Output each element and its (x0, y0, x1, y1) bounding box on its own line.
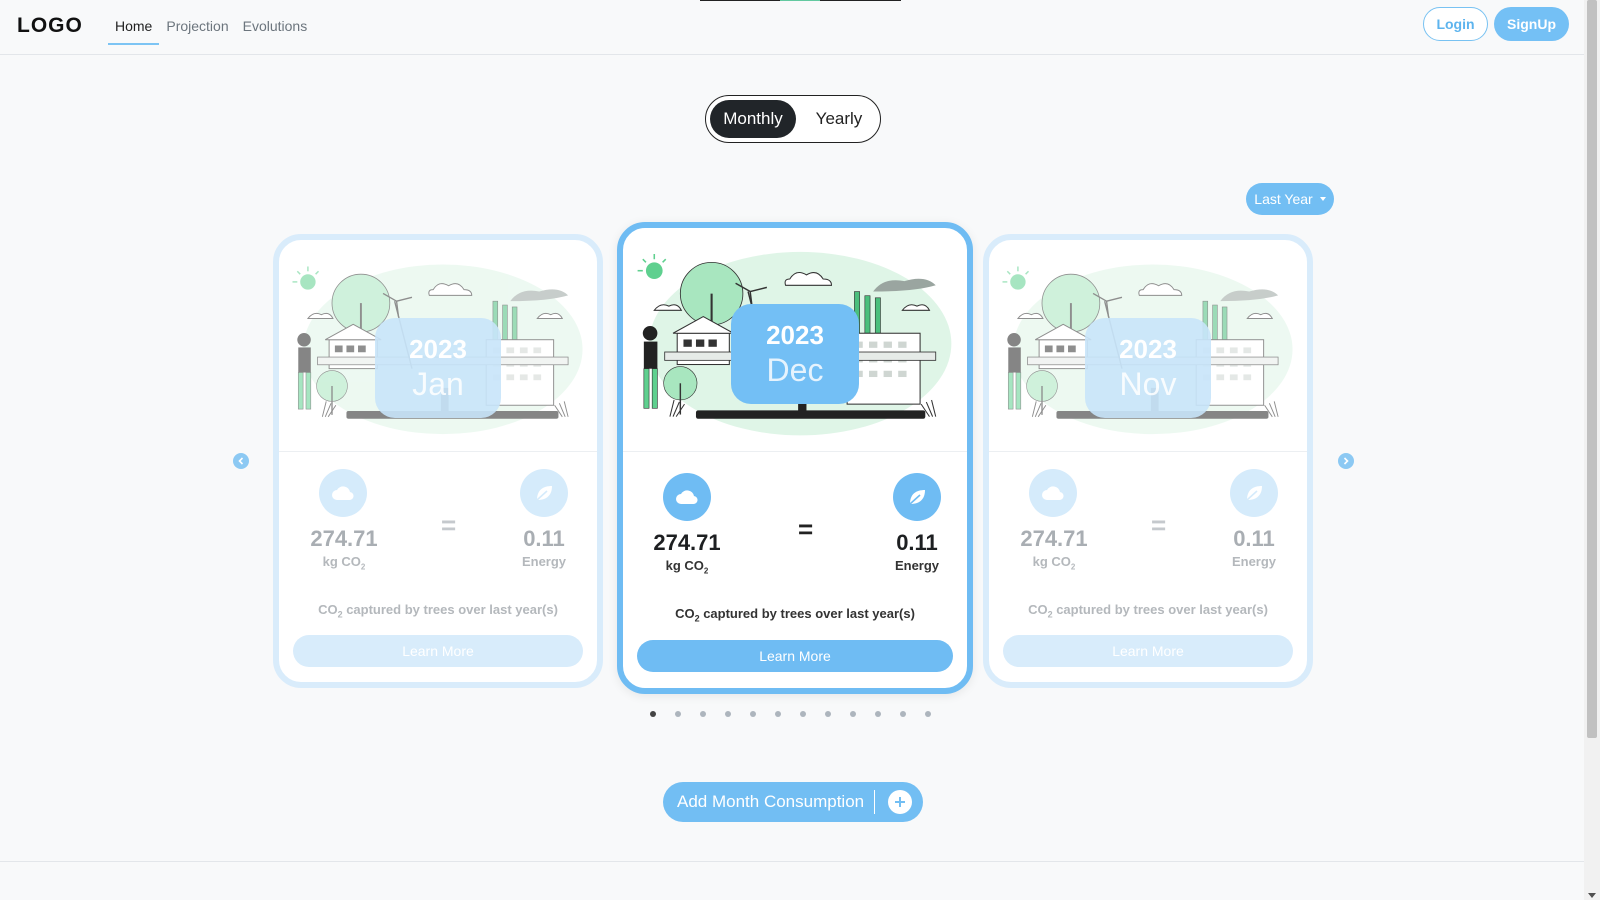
logo[interactable]: LOGO (17, 14, 83, 38)
co2-value: 274.71 (310, 526, 378, 551)
energy-value: 0.11 (1233, 526, 1275, 551)
carousel-prev-button[interactable] (233, 453, 249, 469)
last-year-dropdown[interactable]: Last Year (1246, 183, 1334, 215)
last-year-label: Last Year (1254, 191, 1313, 207)
card-illustration: 2023 Nov (989, 240, 1307, 452)
badge-month: Dec (766, 352, 824, 388)
carousel-dot[interactable] (650, 711, 656, 717)
carousel-dot[interactable] (850, 711, 856, 717)
navbar: LOGO Home Projection Evolutions Login Si… (0, 0, 1584, 55)
cloud-icon (663, 473, 711, 521)
signup-button[interactable]: SignUp (1494, 7, 1569, 41)
learn-more-button[interactable]: Learn More (293, 635, 583, 667)
carousel-dot[interactable] (700, 711, 706, 717)
month-card-jan[interactable]: 2023 Jan 274.71 kg CO2 = 0.11 Energy CO2… (273, 234, 603, 688)
card-illustration: 2023 Jan (279, 240, 597, 452)
scrollbar[interactable] (1584, 0, 1600, 900)
toggle-yearly[interactable]: Yearly (800, 100, 878, 138)
chevron-right-icon (1343, 457, 1349, 465)
carousel-indicators (650, 711, 931, 717)
carousel-next-button[interactable] (1338, 453, 1354, 469)
carousel-dot[interactable] (925, 711, 931, 717)
card-caption: CO2 captured by trees over last year(s) (675, 606, 915, 624)
card-illustration: 2023 Dec (623, 228, 967, 452)
energy-unit: Energy (894, 558, 940, 573)
carousel-dot[interactable] (825, 711, 831, 717)
card-caption: CO2 captured by trees over last year(s) (1028, 602, 1268, 620)
energy-value: 0.11 (523, 526, 565, 551)
co2-value: 274.71 (1020, 526, 1088, 551)
month-card-nov[interactable]: 2023 Nov 274.71 kg CO2 = 0.11 Energy CO2… (983, 234, 1313, 688)
energy-unit: Energy (521, 554, 567, 569)
add-month-consumption-button[interactable]: Add Month Consumption (663, 782, 923, 822)
scroll-down-arrow-icon[interactable] (1588, 893, 1596, 898)
date-badge: 2023 Dec (731, 304, 859, 404)
badge-year: 2023 (409, 334, 467, 364)
badge-month: Nov (1119, 366, 1177, 402)
leaf-icon (520, 469, 568, 517)
toggle-monthly[interactable]: Monthly (710, 100, 796, 138)
badge-month: Jan (412, 366, 464, 402)
scrollbar-thumb[interactable] (1587, 0, 1597, 738)
carousel-dot[interactable] (775, 711, 781, 717)
leaf-icon (893, 473, 941, 521)
period-toggle: Monthly Yearly (705, 95, 881, 143)
co2-unit: kg CO2 (1032, 554, 1076, 572)
page-progress-indicator (700, 0, 901, 1)
badge-year: 2023 (766, 320, 824, 350)
equals-sign: = (441, 510, 457, 540)
energy-unit: Energy (1231, 554, 1277, 569)
equals-sign: = (1151, 510, 1167, 540)
date-badge: 2023 Nov (1085, 318, 1211, 418)
co2-unit: kg CO2 (665, 558, 709, 576)
carousel-dot[interactable] (725, 711, 731, 717)
chevron-left-icon (238, 457, 244, 465)
energy-value: 0.11 (896, 530, 938, 555)
month-card-dec[interactable]: 2023 Dec 274.71 kg CO2 = 0.11 Energy CO2… (617, 222, 973, 694)
carousel-dot[interactable] (875, 711, 881, 717)
carousel-dot[interactable] (900, 711, 906, 717)
cloud-icon (319, 469, 367, 517)
add-button-label: Add Month Consumption (677, 792, 865, 811)
nav-links: Home Projection Evolutions (108, 0, 314, 54)
carousel-dot[interactable] (675, 711, 681, 717)
leaf-icon (1230, 469, 1278, 517)
card-caption: CO2 captured by trees over last year(s) (318, 602, 558, 620)
caret-down-icon (1319, 197, 1326, 201)
badge-year: 2023 (1119, 334, 1177, 364)
plus-icon (888, 790, 912, 814)
nav-link-projection[interactable]: Projection (159, 0, 235, 45)
learn-more-button[interactable]: Learn More (1003, 635, 1293, 667)
login-button[interactable]: Login (1423, 7, 1488, 41)
cloud-icon (1029, 469, 1077, 517)
carousel-dot[interactable] (750, 711, 756, 717)
learn-more-button[interactable]: Learn More (637, 640, 953, 672)
co2-value: 274.71 (653, 530, 721, 555)
footer-divider (0, 861, 1584, 862)
nav-link-evolutions[interactable]: Evolutions (236, 0, 315, 45)
co2-unit: kg CO2 (322, 554, 366, 572)
date-badge: 2023 Jan (375, 318, 501, 418)
add-button-divider (874, 790, 875, 814)
equals-sign: = (798, 514, 814, 544)
nav-link-home[interactable]: Home (108, 0, 160, 45)
carousel-dot[interactable] (800, 711, 806, 717)
